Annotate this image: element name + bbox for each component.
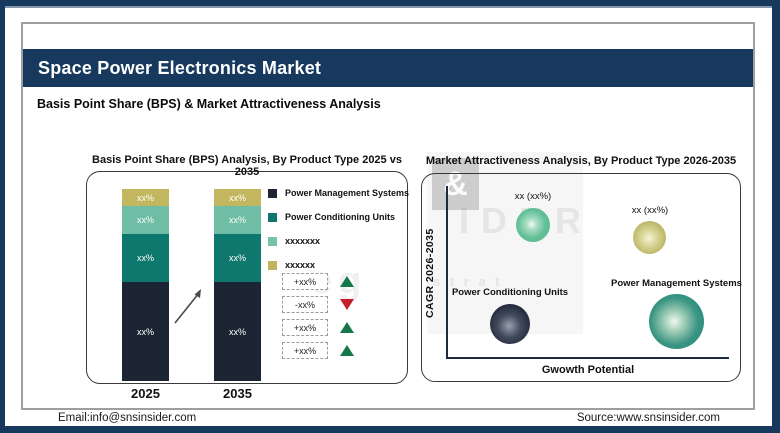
bar-segment-teal: xx% <box>122 234 169 282</box>
triangle-up-icon <box>340 276 354 287</box>
contact-email-text: Email:info@snsinsider.com <box>58 412 196 424</box>
indicator-value-box: +xx% <box>282 342 328 359</box>
y-axis-line <box>446 186 448 359</box>
frame-right-bar <box>772 0 780 433</box>
legend-label: xxxxxxx <box>285 236 320 246</box>
indicator-row: -xx% <box>282 296 354 313</box>
legend-swatch-navy-icon <box>268 189 277 198</box>
legend-label: Power Conditioning Units <box>285 212 395 222</box>
legend-item: xxxxxxx <box>268 236 409 246</box>
indicator-value-box: +xx% <box>282 273 328 290</box>
bar-segment-teal: xx% <box>214 234 261 282</box>
x-axis-label: Gwowth Potential <box>503 364 673 376</box>
indicator-row: +xx% <box>282 342 354 359</box>
bubble-label: xx (xx%) <box>493 191 573 202</box>
bar-segment-seafoam: xx% <box>122 206 169 234</box>
frame-top-accent-line <box>0 6 780 8</box>
indicator-value-box: -xx% <box>282 296 328 313</box>
bar-segment-olive: xx% <box>214 189 261 206</box>
bps-chart-title: Basis Point Share (BPS) Analysis, By Pro… <box>86 154 408 178</box>
x-axis-line <box>446 357 729 359</box>
bps-change-indicators: +xx% -xx% +xx% +xx% <box>282 273 354 359</box>
bubble-seafoam <box>516 208 550 242</box>
bar-segment-seafoam: xx% <box>214 206 261 234</box>
legend-swatch-teal-icon <box>268 213 277 222</box>
bps-legend: Power Management Systems Power Condition… <box>268 188 409 270</box>
source-text: Source:www.snsinsider.com <box>577 412 720 424</box>
frame-left-bar <box>0 0 5 433</box>
legend-item: Power Management Systems <box>268 188 409 198</box>
content-card: & IDER eg s t r a t Space Power Electron… <box>21 22 755 410</box>
bubble-olive <box>633 221 666 254</box>
indicator-value-box: +xx% <box>282 319 328 336</box>
bubble-label: Power Conditioning Units <box>450 287 570 298</box>
legend-label: xxxxxx <box>285 260 315 270</box>
page-title: Space Power Electronics Market <box>23 58 321 79</box>
bubble-label: xx (xx%) <box>610 205 690 216</box>
attractiveness-chart-title: Market Attractiveness Analysis, By Produ… <box>421 155 741 167</box>
indicator-row: +xx% <box>282 273 354 290</box>
legend-label: Power Management Systems <box>285 188 409 198</box>
triangle-up-icon <box>340 322 354 333</box>
bar-segment-navy: xx% <box>122 282 169 381</box>
triangle-down-icon <box>340 299 354 310</box>
x-axis-label-2025: 2025 <box>122 386 169 401</box>
bubble-power-management-systems <box>649 294 704 349</box>
growth-trend-arrow-icon <box>170 285 208 327</box>
stacked-bar-2035: xx% xx% xx% xx% <box>214 189 261 381</box>
indicator-row: +xx% <box>282 319 354 336</box>
legend-swatch-olive-icon <box>268 261 277 270</box>
report-header-bar: Space Power Electronics Market <box>23 49 753 87</box>
triangle-up-icon <box>340 345 354 356</box>
frame-bottom-bar <box>0 426 780 433</box>
bar-segment-navy: xx% <box>214 282 261 381</box>
x-axis-label-2035: 2035 <box>214 386 261 401</box>
infographic-page: & IDER eg s t r a t Space Power Electron… <box>0 0 780 433</box>
y-axis-label: CAGR 2026-2035 <box>424 187 440 359</box>
legend-item: Power Conditioning Units <box>268 212 409 222</box>
legend-item: xxxxxx <box>268 260 409 270</box>
bubble-power-conditioning-units <box>490 304 530 344</box>
page-subtitle: Basis Point Share (BPS) & Market Attract… <box>37 97 381 111</box>
bubble-label: Power Management Systems <box>611 278 741 289</box>
legend-swatch-seafoam-icon <box>268 237 277 246</box>
bar-segment-olive: xx% <box>122 189 169 206</box>
stacked-bar-2025: xx% xx% xx% xx% <box>122 189 169 381</box>
